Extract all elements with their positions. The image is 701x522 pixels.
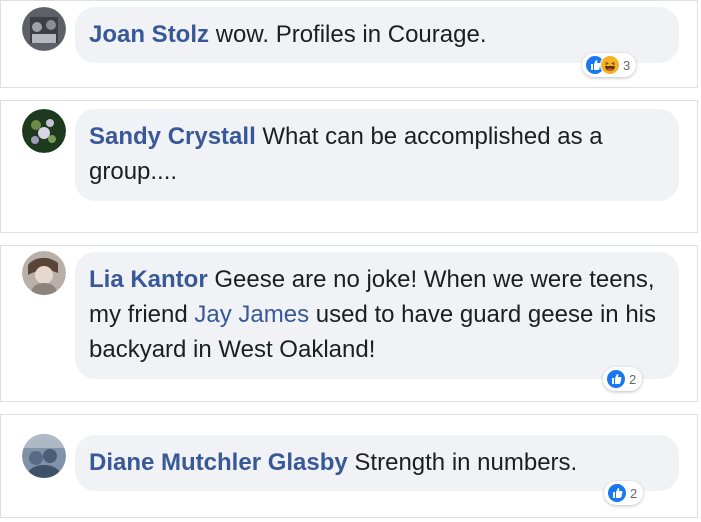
- comment-author[interactable]: Joan Stolz: [89, 21, 209, 48]
- avatar[interactable]: [22, 251, 66, 295]
- avatar[interactable]: [22, 7, 66, 51]
- avatar[interactable]: [22, 109, 66, 153]
- comment-card: Sandy Crystall What can be accomplished …: [0, 100, 698, 329]
- avatar[interactable]: [22, 434, 66, 478]
- comment-author[interactable]: Diane Mutchler Glasby: [89, 449, 348, 476]
- reaction-summary[interactable]: 2: [604, 481, 644, 505]
- comment-card: Joan Stolz wow. Profiles in Courage. 3: [0, 0, 698, 88]
- comment-card: Diane Mutchler Glasby Strength in number…: [0, 414, 698, 518]
- like-icon: [607, 483, 627, 503]
- comment-bubble: Lia Kantor Geese are no joke! When we we…: [75, 252, 679, 379]
- reaction-count: 3: [623, 57, 631, 73]
- haha-icon: [600, 55, 620, 75]
- comment-author[interactable]: Lia Kantor: [89, 266, 208, 293]
- comment-bubble: Diane Mutchler Glasby Strength in number…: [75, 435, 679, 491]
- mention-link[interactable]: Jay James: [194, 301, 309, 328]
- comment-author[interactable]: Sandy Crystall: [89, 123, 256, 150]
- comment-text: Strength in numbers.: [354, 449, 578, 476]
- reaction-count: 2: [629, 371, 637, 387]
- reaction-count: 2: [630, 485, 638, 501]
- reaction-summary[interactable]: 3: [582, 53, 637, 77]
- like-icon: [606, 369, 626, 389]
- comment-bubble: Sandy Crystall What can be accomplished …: [75, 109, 679, 201]
- reaction-summary[interactable]: 2: [603, 367, 643, 391]
- comment-card: Lia Kantor Geese are no joke! When we we…: [0, 245, 698, 402]
- comment-text: wow. Profiles in Courage.: [215, 21, 487, 48]
